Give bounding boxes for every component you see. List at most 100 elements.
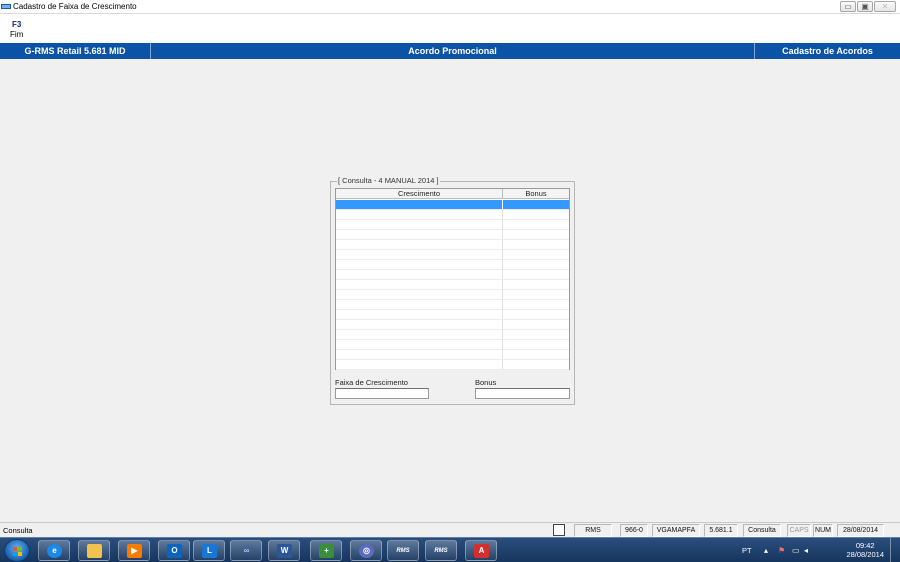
table-row[interactable] xyxy=(336,350,569,360)
acrobat-icon: A xyxy=(474,544,489,558)
volume-icon[interactable]: ◂ xyxy=(804,546,808,555)
show-desktop-button[interactable] xyxy=(890,538,900,562)
taskbar-app-plus[interactable]: + xyxy=(310,540,342,561)
table-row[interactable] xyxy=(336,340,569,350)
taskbar-rms-2[interactable]: RMS xyxy=(425,540,457,561)
column-header-crescimento[interactable]: Crescimento xyxy=(336,189,503,199)
cell-crescimento xyxy=(336,270,503,279)
table-row[interactable] xyxy=(336,240,569,250)
grid-header: Crescimento Bonus xyxy=(336,189,569,199)
status-bar: Consulta RMS 966-0 VGAMAPFA 5.681.1 Cons… xyxy=(0,522,900,537)
fkey-key: F3 xyxy=(12,20,22,29)
taskbar-app-globe[interactable]: ◎ xyxy=(350,540,382,561)
media-player-icon: ▶ xyxy=(127,544,142,558)
status-operation: Consulta xyxy=(743,524,781,537)
table-row[interactable] xyxy=(336,290,569,300)
rms-icon: RMS xyxy=(396,548,410,554)
table-row[interactable] xyxy=(336,320,569,330)
cell-crescimento xyxy=(336,260,503,269)
status-caps: CAPS xyxy=(787,524,811,537)
module-header: G-RMS Retail 5.681 MID Acordo Promociona… xyxy=(0,43,900,59)
table-row[interactable] xyxy=(336,230,569,240)
language-indicator[interactable]: PT xyxy=(742,546,752,555)
status-mode: Consulta xyxy=(3,526,33,535)
taskbar-explorer[interactable] xyxy=(78,540,110,561)
taskbar-rms-1[interactable]: RMS xyxy=(387,540,419,561)
table-row[interactable] xyxy=(336,300,569,310)
function-key-bar: F3 Fim xyxy=(0,14,900,43)
taskbar-word[interactable]: W xyxy=(268,540,300,561)
cell-crescimento xyxy=(336,220,503,229)
bonus-input[interactable] xyxy=(475,388,570,399)
cell-crescimento xyxy=(336,200,503,209)
cell-crescimento xyxy=(336,330,503,339)
column-header-bonus[interactable]: Bonus xyxy=(503,189,569,199)
header-screen: Cadastro de Acordos xyxy=(754,43,900,59)
table-row[interactable] xyxy=(336,210,569,220)
close-button[interactable]: ✕ xyxy=(874,1,896,12)
internet-explorer-icon: e xyxy=(47,544,62,558)
system-tray: PT ▴ ⚑ ▭ ◂ 09:42 28/08/2014 xyxy=(740,538,900,562)
table-row[interactable] xyxy=(336,330,569,340)
cell-crescimento xyxy=(336,230,503,239)
cell-crescimento xyxy=(336,250,503,259)
faixa-grid[interactable]: Crescimento Bonus xyxy=(335,188,570,370)
table-row[interactable] xyxy=(336,310,569,320)
start-button[interactable] xyxy=(4,539,30,562)
table-row[interactable] xyxy=(336,260,569,270)
lync-icon: L xyxy=(202,544,217,558)
cell-crescimento xyxy=(336,340,503,349)
panel-legend: [ Consulta - 4 MANUAL 2014 ] xyxy=(337,176,440,185)
cell-crescimento xyxy=(336,360,503,369)
taskbar-outlook[interactable]: O xyxy=(158,540,190,561)
cell-crescimento xyxy=(336,210,503,219)
faixa-label: Faixa de Crescimento xyxy=(335,378,408,387)
app-icon xyxy=(1,4,11,9)
table-row[interactable] xyxy=(336,200,569,210)
maximize-button[interactable]: ▣ xyxy=(857,1,873,12)
taskbar-media-player[interactable]: ▶ xyxy=(118,540,150,561)
taskbar-lync[interactable]: L xyxy=(193,540,225,561)
table-row[interactable] xyxy=(336,270,569,280)
globe-icon: ◎ xyxy=(359,544,374,558)
header-module: Acordo Promocional xyxy=(408,46,497,56)
window-title: Cadastro de Faixa de Crescimento xyxy=(13,2,137,11)
faixa-crescimento-input[interactable] xyxy=(335,388,429,399)
minimize-button[interactable]: ▭ xyxy=(840,1,856,12)
show-hidden-icons-icon[interactable]: ▴ xyxy=(764,546,768,555)
cell-crescimento xyxy=(336,290,503,299)
status-system: RMS xyxy=(574,524,612,537)
taskbar: e ▶ O L ∞ W + ◎ RMS RMS A PT ▴ ⚑ ▭ ◂ 09:… xyxy=(0,537,900,562)
cell-crescimento xyxy=(336,240,503,249)
clock-date: 28/08/2014 xyxy=(846,550,884,559)
windows-logo-icon xyxy=(13,547,23,556)
table-row[interactable] xyxy=(336,280,569,290)
taskbar-acrobat[interactable]: A xyxy=(465,540,497,561)
taskbar-ie[interactable]: e xyxy=(38,540,70,561)
clock[interactable]: 09:42 28/08/2014 xyxy=(846,541,884,559)
network-icon[interactable]: ▭ xyxy=(792,546,800,555)
status-user: VGAMAPFA xyxy=(652,524,700,537)
flag-icon[interactable]: ⚑ xyxy=(778,546,785,555)
cell-crescimento xyxy=(336,320,503,329)
status-date: 28/08/2014 xyxy=(837,524,884,537)
table-row[interactable] xyxy=(336,220,569,230)
fkey-label: Fim xyxy=(10,30,24,39)
status-code: 966-0 xyxy=(620,524,648,537)
title-bar: Cadastro de Faixa de Crescimento ▭ ▣ ✕ xyxy=(0,0,900,14)
cell-crescimento xyxy=(336,350,503,359)
clock-time: 09:42 xyxy=(855,541,875,550)
grid-body xyxy=(336,200,569,370)
table-row[interactable] xyxy=(336,250,569,260)
word-icon: W xyxy=(277,544,292,558)
rms-icon: RMS xyxy=(434,548,448,554)
document-icon[interactable] xyxy=(553,524,565,536)
cell-crescimento xyxy=(336,300,503,309)
cell-crescimento xyxy=(336,310,503,319)
table-row[interactable] xyxy=(336,360,569,370)
fkey-f3-fim[interactable]: F3 Fim xyxy=(10,20,30,39)
outlook-icon: O xyxy=(167,544,182,558)
window-controls: ▭ ▣ ✕ xyxy=(840,1,896,12)
status-num: NUM xyxy=(813,524,833,537)
taskbar-app-infinity[interactable]: ∞ xyxy=(230,540,262,561)
